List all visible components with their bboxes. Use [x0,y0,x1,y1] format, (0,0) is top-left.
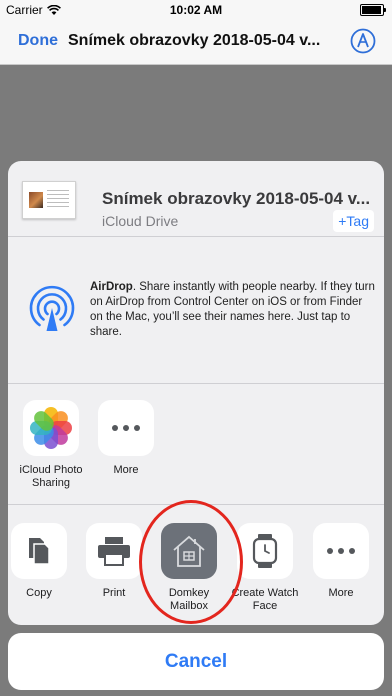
airdrop-row[interactable]: AirDrop. Share instantly with people nea… [8,237,384,384]
apps-row: iCloud Photo Sharing More [8,384,384,505]
action-label: Create Watch Face [231,587,299,612]
more-dots-icon [313,523,369,579]
status-time: 10:02 AM [169,3,223,17]
nav-title: Snímek obrazovky 2018-05-04 v... [68,32,321,49]
action-label: More [328,587,354,599]
airdrop-body: . Share instantly with people nearby. If… [90,281,375,338]
airdrop-icon [29,285,75,331]
status-right [360,4,386,16]
actions-row: Copy Print Domkey Mailbox Create Watch F… [8,505,384,625]
action-label: Domkey Mailbox [168,587,210,612]
done-button[interactable]: Done [18,32,58,50]
copy-icon [11,523,67,579]
app-label: iCloud Photo Sharing [19,464,83,489]
photos-icon [23,400,79,456]
nav-bar: Done Snímek obrazovky 2018-05-04 v... [0,20,392,65]
action-copy[interactable]: Copy [8,523,75,600]
more-dots-icon [98,400,154,456]
house-icon [161,523,217,579]
file-location: iCloud Drive [102,213,179,229]
status-bar: Carrier 10:02 AM [0,0,392,20]
action-label: Copy [26,587,52,599]
app-icloud-photo-sharing[interactable]: iCloud Photo Sharing [15,400,87,490]
file-thumbnail [22,181,76,219]
action-print[interactable]: Print [78,523,150,600]
action-more[interactable]: More [305,523,377,600]
file-header: Snímek obrazovky 2018-05-04 v... iCloud … [8,161,384,237]
app-more[interactable]: More [90,400,162,477]
file-title: Snímek obrazovky 2018-05-04 v... [102,189,371,208]
cancel-button[interactable]: Cancel [8,633,384,690]
app-label: More [113,464,139,476]
airdrop-description: AirDrop. Share instantly with people nea… [90,280,375,340]
airdrop-heading: AirDrop [90,281,133,293]
action-label: Print [102,587,126,599]
share-sheet: Snímek obrazovky 2018-05-04 v... iCloud … [8,161,384,625]
battery-icon [360,4,386,16]
markup-pen-icon[interactable] [350,28,376,54]
watch-icon [237,523,293,579]
printer-icon [86,523,142,579]
action-create-watch-face[interactable]: Create Watch Face [229,523,301,613]
action-domkey-mailbox[interactable]: Domkey Mailbox [153,523,225,613]
add-tag-button[interactable]: +Tag [333,210,374,232]
